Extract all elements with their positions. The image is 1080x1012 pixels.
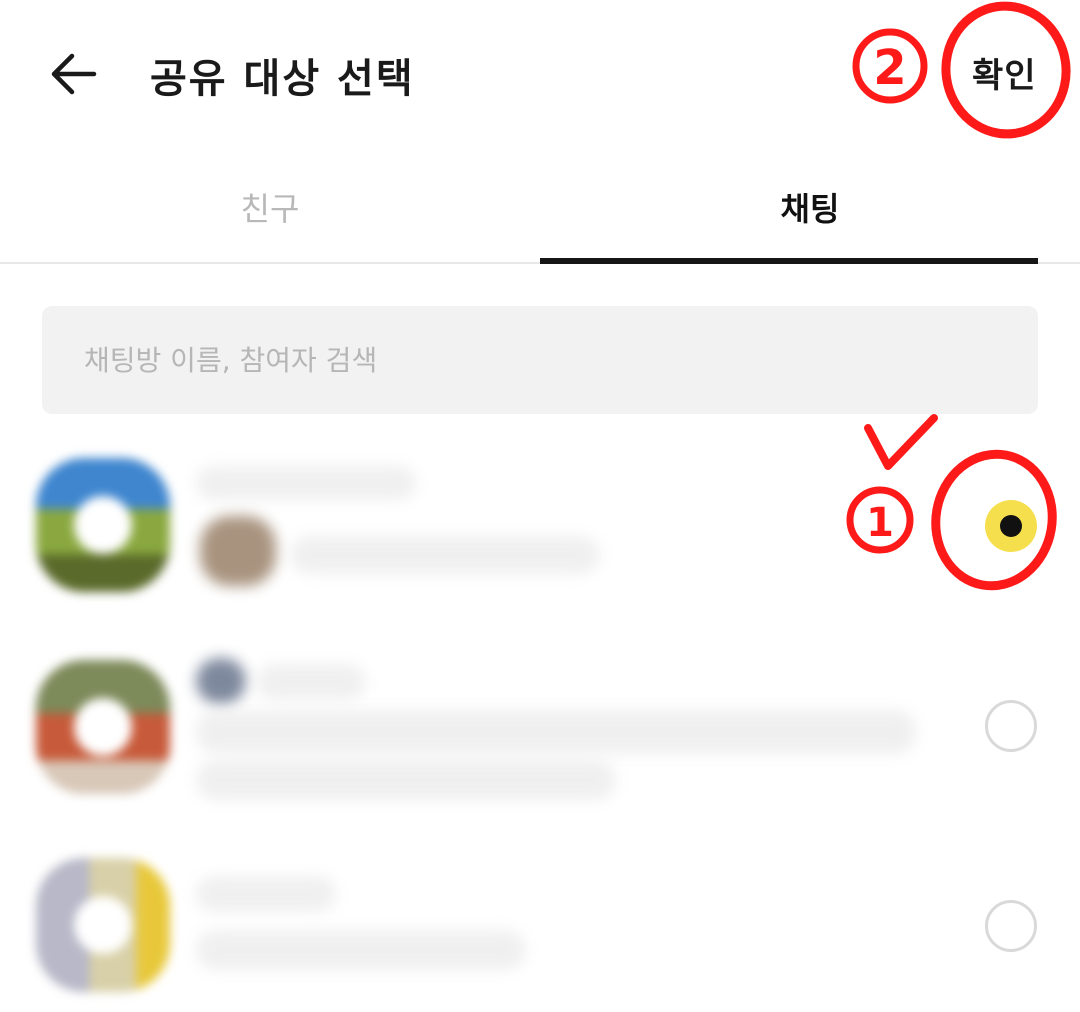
tab-bar: 친구 채팅 bbox=[0, 150, 1080, 264]
chat-name-blurred bbox=[196, 466, 416, 500]
chat-preview-blurred bbox=[290, 536, 600, 574]
chat-list-item[interactable] bbox=[0, 440, 1080, 610]
active-tab-indicator bbox=[540, 258, 1038, 264]
chat-list-item[interactable] bbox=[0, 840, 1080, 1010]
chat-avatar bbox=[36, 858, 170, 992]
chat-name-blurred bbox=[256, 664, 366, 700]
chat-preview-blurred bbox=[196, 710, 916, 754]
tab-friends[interactable]: 친구 bbox=[0, 150, 540, 264]
chat-select-radio[interactable] bbox=[985, 900, 1037, 952]
confirm-button[interactable]: 확인 bbox=[972, 48, 1037, 97]
chat-avatar-small-blurred bbox=[200, 516, 276, 586]
chat-name-blurred bbox=[196, 876, 336, 912]
chat-select-radio[interactable] bbox=[985, 700, 1037, 752]
radio-selected-dot bbox=[1000, 515, 1022, 537]
page-title: 공유 대상 선택 bbox=[150, 56, 415, 102]
chat-search-input[interactable] bbox=[42, 306, 1038, 414]
back-arrow-icon bbox=[51, 53, 97, 95]
back-button[interactable] bbox=[44, 46, 104, 102]
chat-select-radio[interactable] bbox=[985, 500, 1037, 552]
chat-icon-blurred bbox=[196, 658, 246, 704]
chat-preview-blurred bbox=[196, 930, 526, 970]
chat-avatar bbox=[36, 458, 170, 592]
top-bar: 공유 대상 선택 확인 bbox=[0, 0, 1080, 150]
chat-preview-line2-blurred bbox=[196, 760, 616, 800]
chat-list-item[interactable] bbox=[0, 640, 1080, 810]
chat-avatar bbox=[36, 660, 170, 794]
tab-chat[interactable]: 채팅 bbox=[540, 150, 1080, 264]
